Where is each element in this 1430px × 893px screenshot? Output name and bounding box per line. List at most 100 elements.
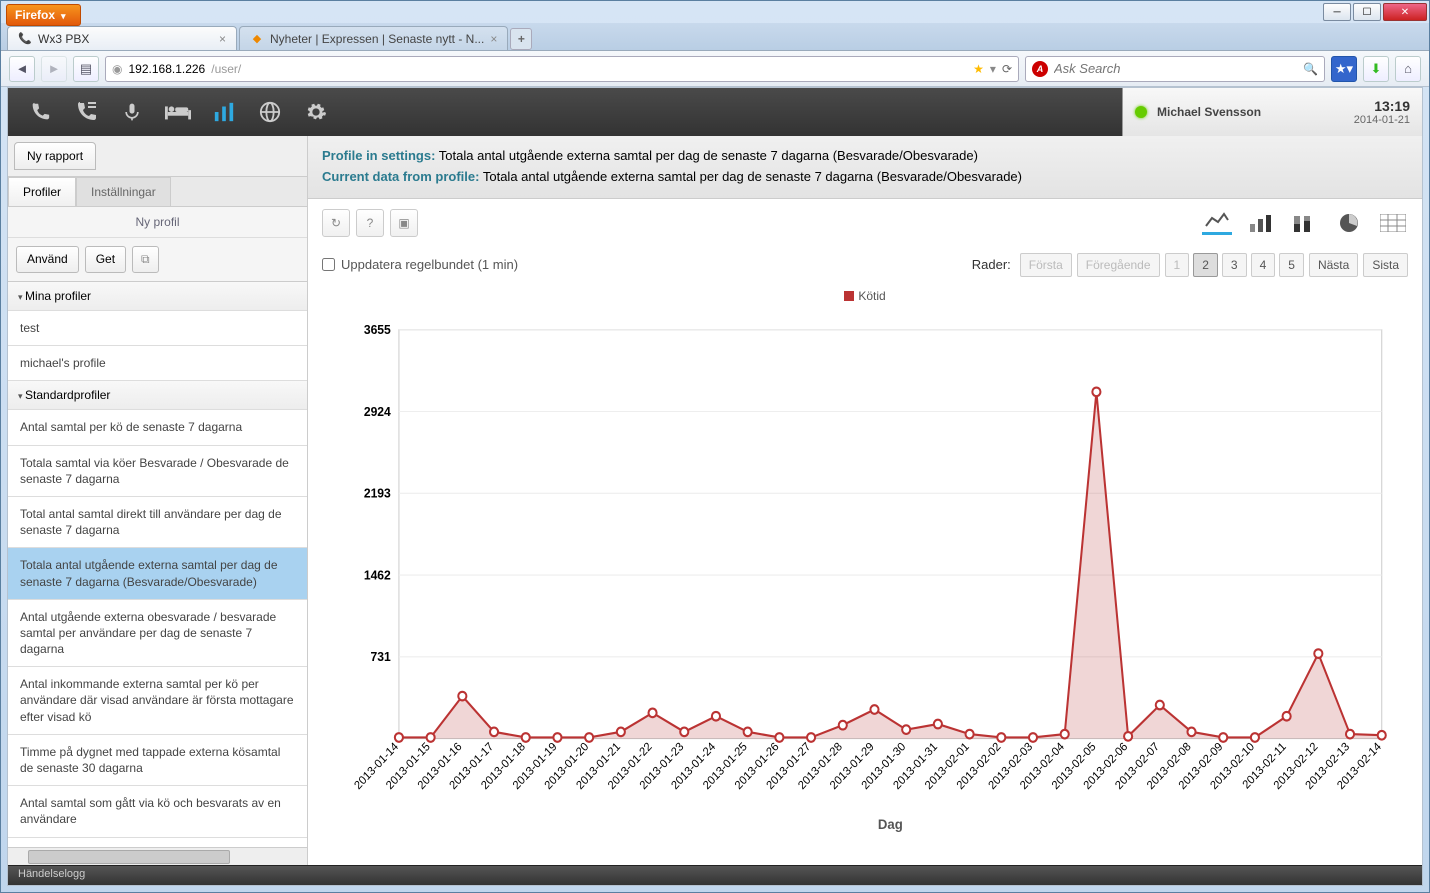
- clock-time: 13:19: [1354, 98, 1410, 114]
- chart-type-pie-icon[interactable]: [1334, 211, 1364, 235]
- pager-page[interactable]: 3: [1222, 253, 1247, 277]
- app-toolbar: Michael Svensson 13:19 2014-01-21: [8, 88, 1422, 136]
- window-minimize-button[interactable]: ─: [1323, 3, 1351, 21]
- svg-text:Dag: Dag: [878, 816, 903, 831]
- clock-date: 2014-01-21: [1354, 114, 1410, 126]
- search-icon[interactable]: 🔍: [1303, 62, 1318, 76]
- search-bar[interactable]: A 🔍: [1025, 56, 1325, 82]
- profile-item[interactable]: Total antal samtal direkt till användare…: [8, 497, 307, 548]
- pager-page[interactable]: 1: [1165, 253, 1190, 277]
- copy-icon[interactable]: ⧉: [132, 246, 159, 273]
- profile-list: Mina profiler testmichael's profile Stan…: [8, 282, 307, 847]
- phone-list-icon[interactable]: [72, 98, 100, 126]
- tab-installningar[interactable]: Inställningar: [76, 177, 171, 206]
- main-content: Profile in settings: Totala antal utgåen…: [308, 136, 1422, 865]
- pager: Rader: Första Föregående 12345 Nästa Sis…: [972, 253, 1408, 277]
- search-input[interactable]: [1054, 61, 1297, 76]
- presence-dot-icon: [1135, 106, 1147, 118]
- bed-icon[interactable]: [164, 98, 192, 126]
- refresh-icon[interactable]: ↻: [322, 209, 350, 237]
- legend-swatch: [844, 291, 854, 301]
- url-bar[interactable]: ◉ 192.168.1.226/user/ ★ ▾ ⟳: [105, 56, 1019, 82]
- profile-value: Totala antal utgående externa samtal per…: [439, 148, 978, 163]
- user-area[interactable]: Michael Svensson 13:19 2014-01-21: [1122, 88, 1422, 136]
- pager-next[interactable]: Nästa: [1309, 253, 1358, 277]
- firefox-menu-button[interactable]: Firefox: [6, 4, 81, 26]
- browser-tab-active[interactable]: 📞 Wx3 PBX ×: [7, 26, 237, 50]
- profile-item[interactable]: Antal inkommande externa samtal per kö p…: [8, 667, 307, 735]
- new-profile-link[interactable]: Ny profil: [8, 207, 307, 238]
- chart-type-stacked-icon[interactable]: [1290, 211, 1320, 235]
- downloads-button[interactable]: ⬇: [1363, 56, 1389, 82]
- url-path: /user/: [211, 62, 241, 76]
- profile-item[interactable]: Antal samtal per kö de senaste 7 dagarna: [8, 410, 307, 445]
- profile-item[interactable]: michael's profile: [8, 346, 307, 381]
- profile-item[interactable]: Totala samtal via köer Besvarade / Obesv…: [8, 446, 307, 497]
- reload-icon[interactable]: ⟳: [1002, 62, 1012, 76]
- help-icon[interactable]: ?: [356, 209, 384, 237]
- phone-icon: 📞: [18, 32, 32, 46]
- chart-type-line-icon[interactable]: [1202, 211, 1232, 235]
- globe-icon[interactable]: [256, 98, 284, 126]
- profile-item[interactable]: test: [8, 311, 307, 346]
- pager-last[interactable]: Sista: [1363, 253, 1408, 277]
- window-close-button[interactable]: ✕: [1383, 3, 1427, 21]
- section-my-profiles[interactable]: Mina profiler: [8, 282, 307, 311]
- home-button[interactable]: ⌂: [1395, 56, 1421, 82]
- auto-update-checkbox[interactable]: [322, 258, 335, 271]
- profile-item[interactable]: Timme på dygnet med tappade externa kösa…: [8, 735, 307, 786]
- svg-text:1462: 1462: [364, 568, 391, 582]
- window-maximize-button[interactable]: ☐: [1353, 3, 1381, 21]
- info-banner: Profile in settings: Totala antal utgåen…: [308, 136, 1422, 199]
- new-tab-button[interactable]: +: [510, 28, 532, 50]
- use-button[interactable]: Använd: [16, 246, 79, 273]
- back-button[interactable]: ◄: [9, 56, 35, 82]
- profile-item[interactable]: Antal samtal som gått via kö och besvara…: [8, 786, 307, 837]
- svg-text:2924: 2924: [364, 404, 391, 418]
- sidebar: Ny rapport Profiler Inställningar Ny pro…: [8, 136, 308, 865]
- image-icon[interactable]: ▣: [390, 209, 418, 237]
- current-value: Totala antal utgående externa samtal per…: [483, 169, 1022, 184]
- profile-item[interactable]: Totala antal utgående externa samtal per…: [8, 548, 307, 599]
- favicon-icon: ◆: [250, 32, 264, 46]
- gear-icon[interactable]: [302, 98, 330, 126]
- section-std-profiles[interactable]: Standardprofiler: [8, 381, 307, 410]
- stats-icon[interactable]: [210, 98, 238, 126]
- svg-text:3655: 3655: [364, 322, 391, 336]
- chart-type-table-icon[interactable]: [1378, 211, 1408, 235]
- profile-label: Profile in settings:: [322, 148, 435, 163]
- pager-prev[interactable]: Föregående: [1077, 253, 1160, 277]
- pager-page[interactable]: 2: [1193, 253, 1218, 277]
- close-icon[interactable]: ×: [219, 32, 226, 46]
- legend-label: Kötid: [858, 289, 885, 303]
- reader-button[interactable]: ▤: [73, 56, 99, 82]
- chart-legend: Kötid: [308, 283, 1422, 309]
- chart-area: 73114622193292436552013-01-142013-01-152…: [308, 309, 1422, 865]
- mic-icon[interactable]: [118, 98, 146, 126]
- line-chart: 73114622193292436552013-01-142013-01-152…: [328, 319, 1402, 835]
- tab-title: Nyheter | Expressen | Senaste nytt - N..…: [270, 32, 484, 46]
- browser-navbar: ◄ ► ▤ ◉ 192.168.1.226/user/ ★ ▾ ⟳ A 🔍 ★▾…: [1, 51, 1429, 87]
- pager-page[interactable]: 5: [1279, 253, 1304, 277]
- pager-page[interactable]: 4: [1251, 253, 1276, 277]
- get-button[interactable]: Get: [85, 246, 126, 273]
- bookmarks-button[interactable]: ★▾: [1331, 56, 1357, 82]
- phone-icon[interactable]: [26, 98, 54, 126]
- browser-tab-inactive[interactable]: ◆ Nyheter | Expressen | Senaste nytt - N…: [239, 26, 508, 50]
- new-report-button[interactable]: Ny rapport: [14, 142, 96, 170]
- svg-text:731: 731: [371, 649, 391, 663]
- search-engine-icon[interactable]: A: [1032, 61, 1048, 77]
- tab-profiler[interactable]: Profiler: [8, 177, 76, 206]
- pager-first[interactable]: Första: [1020, 253, 1072, 277]
- dropdown-icon[interactable]: ▾: [990, 62, 996, 76]
- footer-log[interactable]: Händelselogg: [8, 865, 1422, 885]
- user-name: Michael Svensson: [1157, 105, 1344, 119]
- tab-title: Wx3 PBX: [38, 32, 89, 46]
- forward-button[interactable]: ►: [41, 56, 67, 82]
- horizontal-scrollbar[interactable]: [8, 847, 307, 865]
- close-icon[interactable]: ×: [490, 32, 497, 46]
- chart-type-bar-icon[interactable]: [1246, 211, 1276, 235]
- profile-item[interactable]: Totala antalet externa inkommande samtal…: [8, 838, 307, 847]
- bookmark-star-icon[interactable]: ★: [973, 62, 984, 76]
- profile-item[interactable]: Antal utgående externa obesvarade / besv…: [8, 600, 307, 668]
